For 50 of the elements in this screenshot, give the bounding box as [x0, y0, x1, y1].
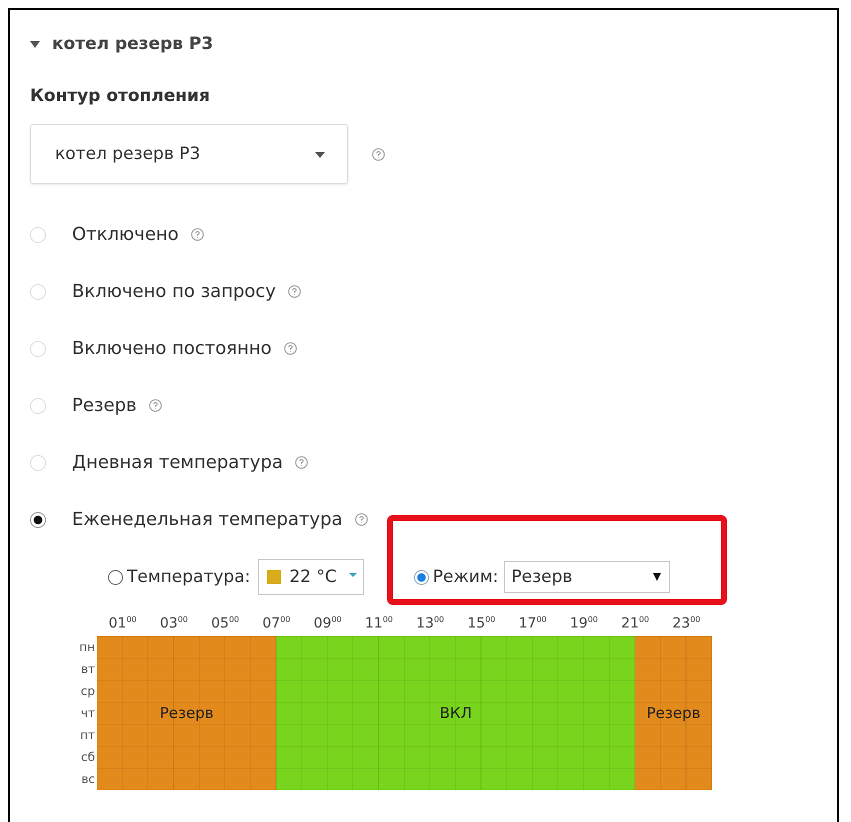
day-label: пт — [79, 727, 96, 744]
mode-select[interactable]: Резерв — [504, 561, 670, 593]
field-label: Контур отопления — [30, 86, 211, 106]
hour-label: 13$^{00}$ — [415, 615, 446, 632]
hour-label: 15$^{00}$ — [466, 615, 496, 632]
day-label: сб — [80, 749, 96, 766]
radio-button[interactable] — [108, 570, 123, 584]
help-icon[interactable] — [190, 228, 204, 241]
hour-label: 17$^{00}$ — [518, 615, 548, 632]
block-label: ВКЛ — [440, 704, 472, 722]
hour-label: 23$^{00}$ — [671, 615, 702, 632]
hour-label: 01$^{00}$ — [108, 615, 138, 632]
caret-icon — [315, 152, 325, 158]
block-label: Резерв — [646, 704, 700, 722]
help-icon[interactable] — [372, 148, 385, 160]
block-label: Резерв — [160, 704, 214, 722]
day-label: ср — [80, 683, 96, 700]
help-icon[interactable] — [148, 399, 162, 412]
caret-icon — [653, 573, 662, 581]
schedule-grid[interactable]: Резерв ВКЛ Резерв — [97, 636, 712, 790]
help-icon[interactable] — [354, 513, 368, 526]
hour-label: 19$^{00}$ — [568, 615, 599, 632]
help-icon[interactable] — [288, 285, 301, 298]
caret-icon — [348, 573, 357, 577]
circuit-select[interactable]: котел резерв Р3 — [30, 124, 348, 184]
radio-label: Еженедельная температура — [72, 509, 343, 530]
radio-button[interactable] — [414, 570, 429, 584]
radio-label: Режим: — [432, 567, 498, 587]
hour-label: 09$^{00}$ — [312, 615, 343, 632]
hour-label: 03$^{00}$ — [158, 615, 189, 632]
hour-label: 21$^{00}$ — [620, 615, 650, 632]
hour-label: 05$^{00}$ — [210, 615, 240, 632]
caret-icon[interactable] — [30, 40, 40, 48]
radio-label: Включено постоянно — [72, 338, 272, 359]
temperature-select[interactable]: 22 °C — [258, 559, 364, 595]
radio-label: Включено по запросу — [72, 281, 276, 302]
day-label: вс — [80, 771, 96, 788]
section-title: котел резерв Р3 — [52, 34, 214, 54]
help-icon[interactable] — [284, 342, 297, 355]
radio-label: Температура: — [127, 567, 250, 587]
day-label: чт — [80, 705, 96, 722]
day-label: пн — [78, 639, 96, 656]
radio-label: Отключено — [72, 224, 179, 245]
radio-label: Дневная температура — [72, 452, 283, 473]
day-label: вт — [80, 661, 96, 678]
hour-label: 07$^{00}$ — [261, 615, 292, 632]
radio-label: Резерв — [72, 395, 137, 416]
radio-button[interactable] — [30, 512, 46, 528]
help-icon[interactable] — [294, 456, 308, 469]
hour-label: 11$^{00}$ — [364, 615, 394, 632]
